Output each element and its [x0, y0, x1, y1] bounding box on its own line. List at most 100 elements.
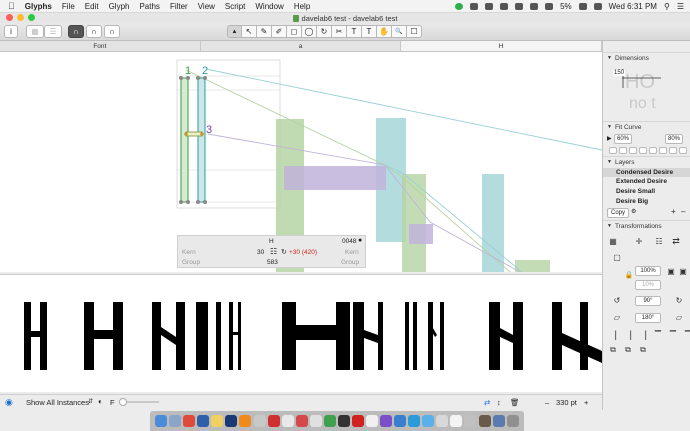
flip-icon[interactable]: ↕ [497, 398, 501, 407]
airplay-icon[interactable] [530, 3, 539, 10]
lock-kerning-icon[interactable]: ☷ [270, 247, 277, 256]
menu-script[interactable]: Script [225, 2, 245, 11]
annotation-tool-button[interactable]: T [362, 25, 377, 38]
spotlight-icon[interactable]: ⚲ [664, 2, 670, 11]
layers-panel-header[interactable]: ▼ Layers [603, 156, 690, 167]
edit-glyph-button[interactable]: ∩ [104, 25, 120, 38]
dimension-value[interactable]: 150 [613, 70, 626, 76]
scale-input[interactable]: 100% [635, 266, 661, 276]
zoom-tool-button[interactable]: 🔍 [392, 25, 407, 38]
rectangle-tool-button[interactable]: ◻ [287, 25, 302, 38]
align-top-icon[interactable]: ▔ [652, 329, 664, 341]
layer-item[interactable]: Desire Big [603, 197, 690, 206]
battery-percent[interactable]: 5% [560, 2, 572, 11]
calendar-dock-icon[interactable] [309, 415, 322, 427]
add-layer-icon[interactable]: + [671, 207, 676, 216]
rotate-ccw-icon[interactable]: ↺ [611, 294, 623, 306]
menu-edit[interactable]: Edit [85, 2, 99, 11]
document-dock-icon[interactable] [464, 415, 477, 427]
hand-tool-button[interactable]: ✋ [377, 25, 392, 38]
fit-curve-play-icon[interactable]: ▶ [607, 135, 612, 142]
h-right-stem[interactable] [197, 77, 206, 203]
glyph-width-value[interactable]: 583 [267, 259, 278, 266]
node-point[interactable] [184, 132, 188, 136]
edit-glyph-button[interactable]: ∩ [68, 25, 84, 38]
show-instances-popup[interactable]: Show All Instances [26, 398, 89, 407]
preview-font-label[interactable]: F [110, 398, 115, 407]
ellipse-tool-button[interactable]: ◯ [302, 25, 317, 38]
wifi-icon[interactable] [515, 3, 524, 10]
text-tool-button[interactable]: T [347, 25, 362, 38]
align-center-icon[interactable]: ▕ [622, 329, 634, 341]
launchpad-dock-icon[interactable] [169, 415, 182, 427]
subtract-icon[interactable]: ⧉ [622, 344, 634, 356]
scale-up-icon[interactable]: ▣ [665, 265, 677, 277]
app-dock-icon[interactable] [295, 415, 308, 427]
folder-dock-icon[interactable] [478, 415, 491, 427]
node-point[interactable] [200, 132, 204, 136]
slider-knob[interactable] [119, 398, 127, 406]
refresh-icon[interactable]: ↻ [281, 248, 287, 256]
transformations-panel-header[interactable]: ▼ Transformations [603, 220, 690, 231]
app-dock-icon[interactable] [351, 415, 364, 427]
rotate-input[interactable]: 90° [635, 296, 661, 306]
illustrator-dock-icon[interactable] [239, 415, 252, 427]
apple-menu-icon[interactable]:  [8, 1, 15, 11]
rotate-cw-icon[interactable]: ↻ [673, 294, 685, 306]
h-left-stem[interactable] [180, 77, 189, 203]
preview-mode-icon[interactable]: ◐ [98, 397, 103, 406]
app-dock-icon[interactable] [394, 415, 407, 427]
text-direction-icon[interactable]: ⇄ [484, 398, 490, 407]
layer-item[interactable]: Condensed Desire [603, 168, 690, 177]
unicode-label[interactable]: 0048 [342, 238, 356, 245]
tab-a[interactable]: a [201, 41, 402, 51]
dimensions-panel-header[interactable]: ▼ Dimensions [603, 52, 690, 63]
menu-paths[interactable]: Paths [139, 2, 159, 11]
menu-help[interactable]: Help [294, 2, 310, 11]
layer-options-icon[interactable]: ⚙ [631, 208, 636, 215]
fit-curve-preset-button[interactable] [679, 147, 687, 154]
align-selection-icon[interactable]: ▦ [607, 235, 619, 247]
app-dock-icon[interactable] [323, 415, 336, 427]
app-dock-icon[interactable] [436, 415, 449, 427]
remove-layer-icon[interactable]: – [681, 207, 685, 216]
eye-icon[interactable]: ◉ [5, 397, 13, 408]
menu-filter[interactable]: Filter [170, 2, 188, 11]
zoom-level[interactable]: 330 pt [556, 398, 577, 407]
scale-down-icon[interactable]: ▣ [677, 265, 689, 277]
fit-curve-preset-button[interactable] [639, 147, 647, 154]
menubar-clock[interactable]: Wed 6:31 PM [609, 2, 657, 11]
view-list-button[interactable]: ☰ [44, 25, 62, 38]
trash-dock-icon[interactable] [506, 415, 519, 427]
preview-area[interactable] [0, 274, 602, 392]
popup-arrows-icon[interactable]: ⇵ [88, 398, 93, 405]
zoom-plus-icon[interactable]: + [584, 398, 588, 407]
slant-icon[interactable]: ▱ [611, 311, 623, 323]
align-right-icon[interactable]: ▕ [637, 329, 649, 341]
disclosure-triangle-icon[interactable]: ▼ [607, 223, 612, 229]
mirror-icon[interactable]: ⇄ [670, 235, 682, 247]
chrome-dock-icon[interactable] [183, 415, 196, 427]
zoom-window-icon[interactable] [28, 14, 35, 21]
align-middle-icon[interactable]: ▔ [667, 329, 679, 341]
minimize-window-icon[interactable] [17, 14, 24, 21]
node-point[interactable] [203, 200, 207, 204]
view-grid-button[interactable]: ▦ [26, 25, 44, 38]
draw-tool-button[interactable]: ✎ [257, 25, 272, 38]
transform-options-icon[interactable]: ☷ [653, 235, 665, 247]
scale-step-input[interactable]: 10% [635, 280, 661, 290]
trash-icon[interactable]: 🗑 [510, 398, 520, 407]
select-all-tool-button[interactable]: ↖ [242, 25, 257, 38]
downloads-dock-icon[interactable] [492, 415, 505, 427]
volume-icon[interactable] [545, 3, 554, 10]
menu-glyph[interactable]: Glyph [109, 2, 130, 11]
slant-right-icon[interactable]: ▱ [673, 311, 685, 323]
menu-glyphs[interactable]: Glyphs [25, 2, 52, 11]
flag-icon[interactable] [593, 3, 602, 10]
knife-tool-button[interactable]: ✂ [332, 25, 347, 38]
fit-curve-preset-button[interactable] [649, 147, 657, 154]
disclosure-triangle-icon[interactable]: ▼ [607, 159, 612, 165]
battery-icon[interactable] [578, 3, 587, 10]
node-point[interactable] [196, 76, 200, 80]
status-extension-icon[interactable] [500, 3, 509, 10]
